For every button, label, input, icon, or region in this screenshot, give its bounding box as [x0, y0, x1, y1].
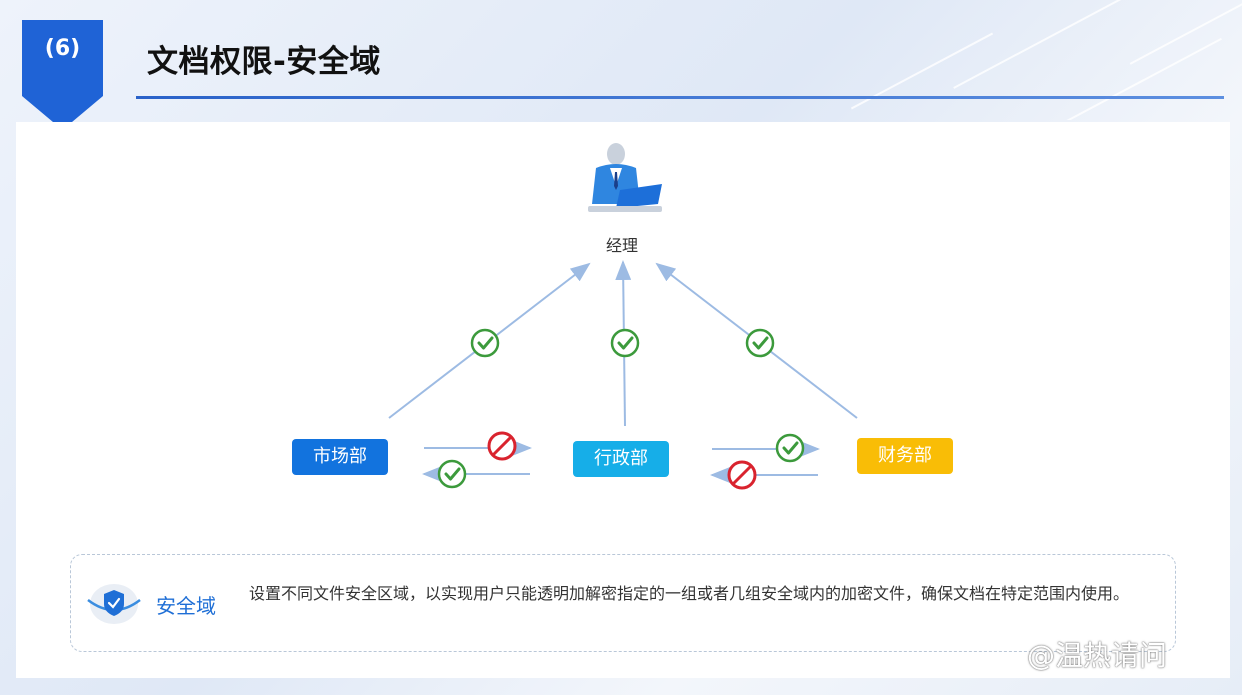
department-admin: 行政部: [573, 441, 669, 477]
allowed-check-icon: [437, 459, 467, 489]
denied-icon: [487, 431, 517, 461]
allowed-check-icon: [775, 433, 805, 463]
allowed-check-icon: [610, 328, 640, 358]
manager-label: 经理: [605, 236, 638, 255]
watermark: @温热请问: [1027, 639, 1168, 672]
denied-icon: [727, 460, 757, 490]
department-market: 市场部: [292, 439, 388, 475]
department-finance: 财务部: [857, 438, 953, 474]
manager-at-laptop-icon: [588, 143, 662, 212]
allowed-check-icon: [470, 328, 500, 358]
shield-orbit-icon: [87, 584, 141, 624]
info-label: 安全域: [156, 594, 216, 618]
info-description: 设置不同文件安全区域，以实现用户只能透明加解密指定的一组或者几组安全域内的加密文…: [249, 584, 1130, 603]
allowed-check-icon: [745, 328, 775, 358]
